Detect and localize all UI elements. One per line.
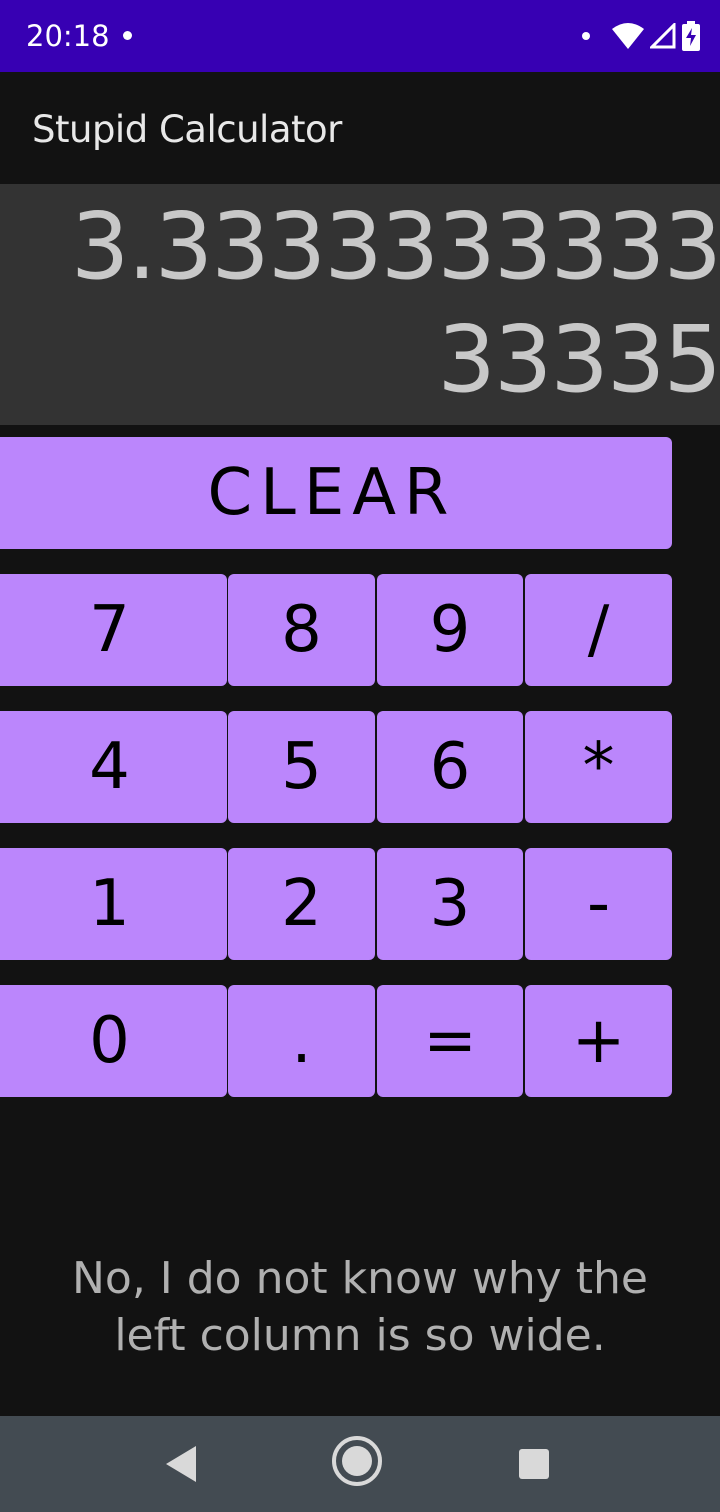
wifi-icon [612, 23, 644, 49]
digit-5-button[interactable]: 5 [228, 711, 375, 823]
add-button[interactable]: + [525, 985, 672, 1097]
status-icons [582, 20, 700, 52]
digit-4-button[interactable]: 4 [0, 711, 227, 823]
app-title: Stupid Calculator [32, 108, 342, 151]
digit-9-button[interactable]: 9 [377, 574, 523, 686]
notification-dot-icon [123, 31, 132, 40]
digit-2-button[interactable]: 2 [228, 848, 375, 960]
back-icon[interactable] [166, 1446, 196, 1482]
signal-icon [650, 23, 676, 49]
equals-button[interactable]: = [377, 985, 523, 1097]
home-icon-inner [342, 1446, 372, 1476]
divide-button[interactable]: / [525, 574, 672, 686]
digit-6-button[interactable]: 6 [377, 711, 523, 823]
subtract-button[interactable]: - [525, 848, 672, 960]
clear-button[interactable]: CLEAR [0, 437, 672, 549]
recents-icon[interactable] [519, 1449, 549, 1479]
notification-dot-icon [582, 32, 590, 40]
digit-1-button[interactable]: 1 [0, 848, 227, 960]
status-time: 20:18 [26, 19, 110, 53]
status-bar: 20:18 [0, 0, 720, 72]
display-value: 3.333333333333335 [70, 193, 720, 413]
digit-8-button[interactable]: 8 [228, 574, 375, 686]
footer-note: No, I do not know why the left column is… [71, 1253, 649, 1361]
calculator-display: 3.333333333333335 [0, 184, 720, 425]
multiply-button[interactable]: * [525, 711, 672, 823]
battery-charging-icon [682, 21, 700, 51]
digit-3-button[interactable]: 3 [377, 848, 523, 960]
digit-0-button[interactable]: 0 [0, 985, 227, 1097]
navigation-bar [0, 1416, 720, 1512]
app-bar: Stupid Calculator [0, 72, 720, 184]
calculator-screen: 20:18 Stupid Calculator 3.33333333333333… [0, 0, 720, 1512]
decimal-point-button[interactable]: . [228, 985, 375, 1097]
digit-7-button[interactable]: 7 [0, 574, 227, 686]
